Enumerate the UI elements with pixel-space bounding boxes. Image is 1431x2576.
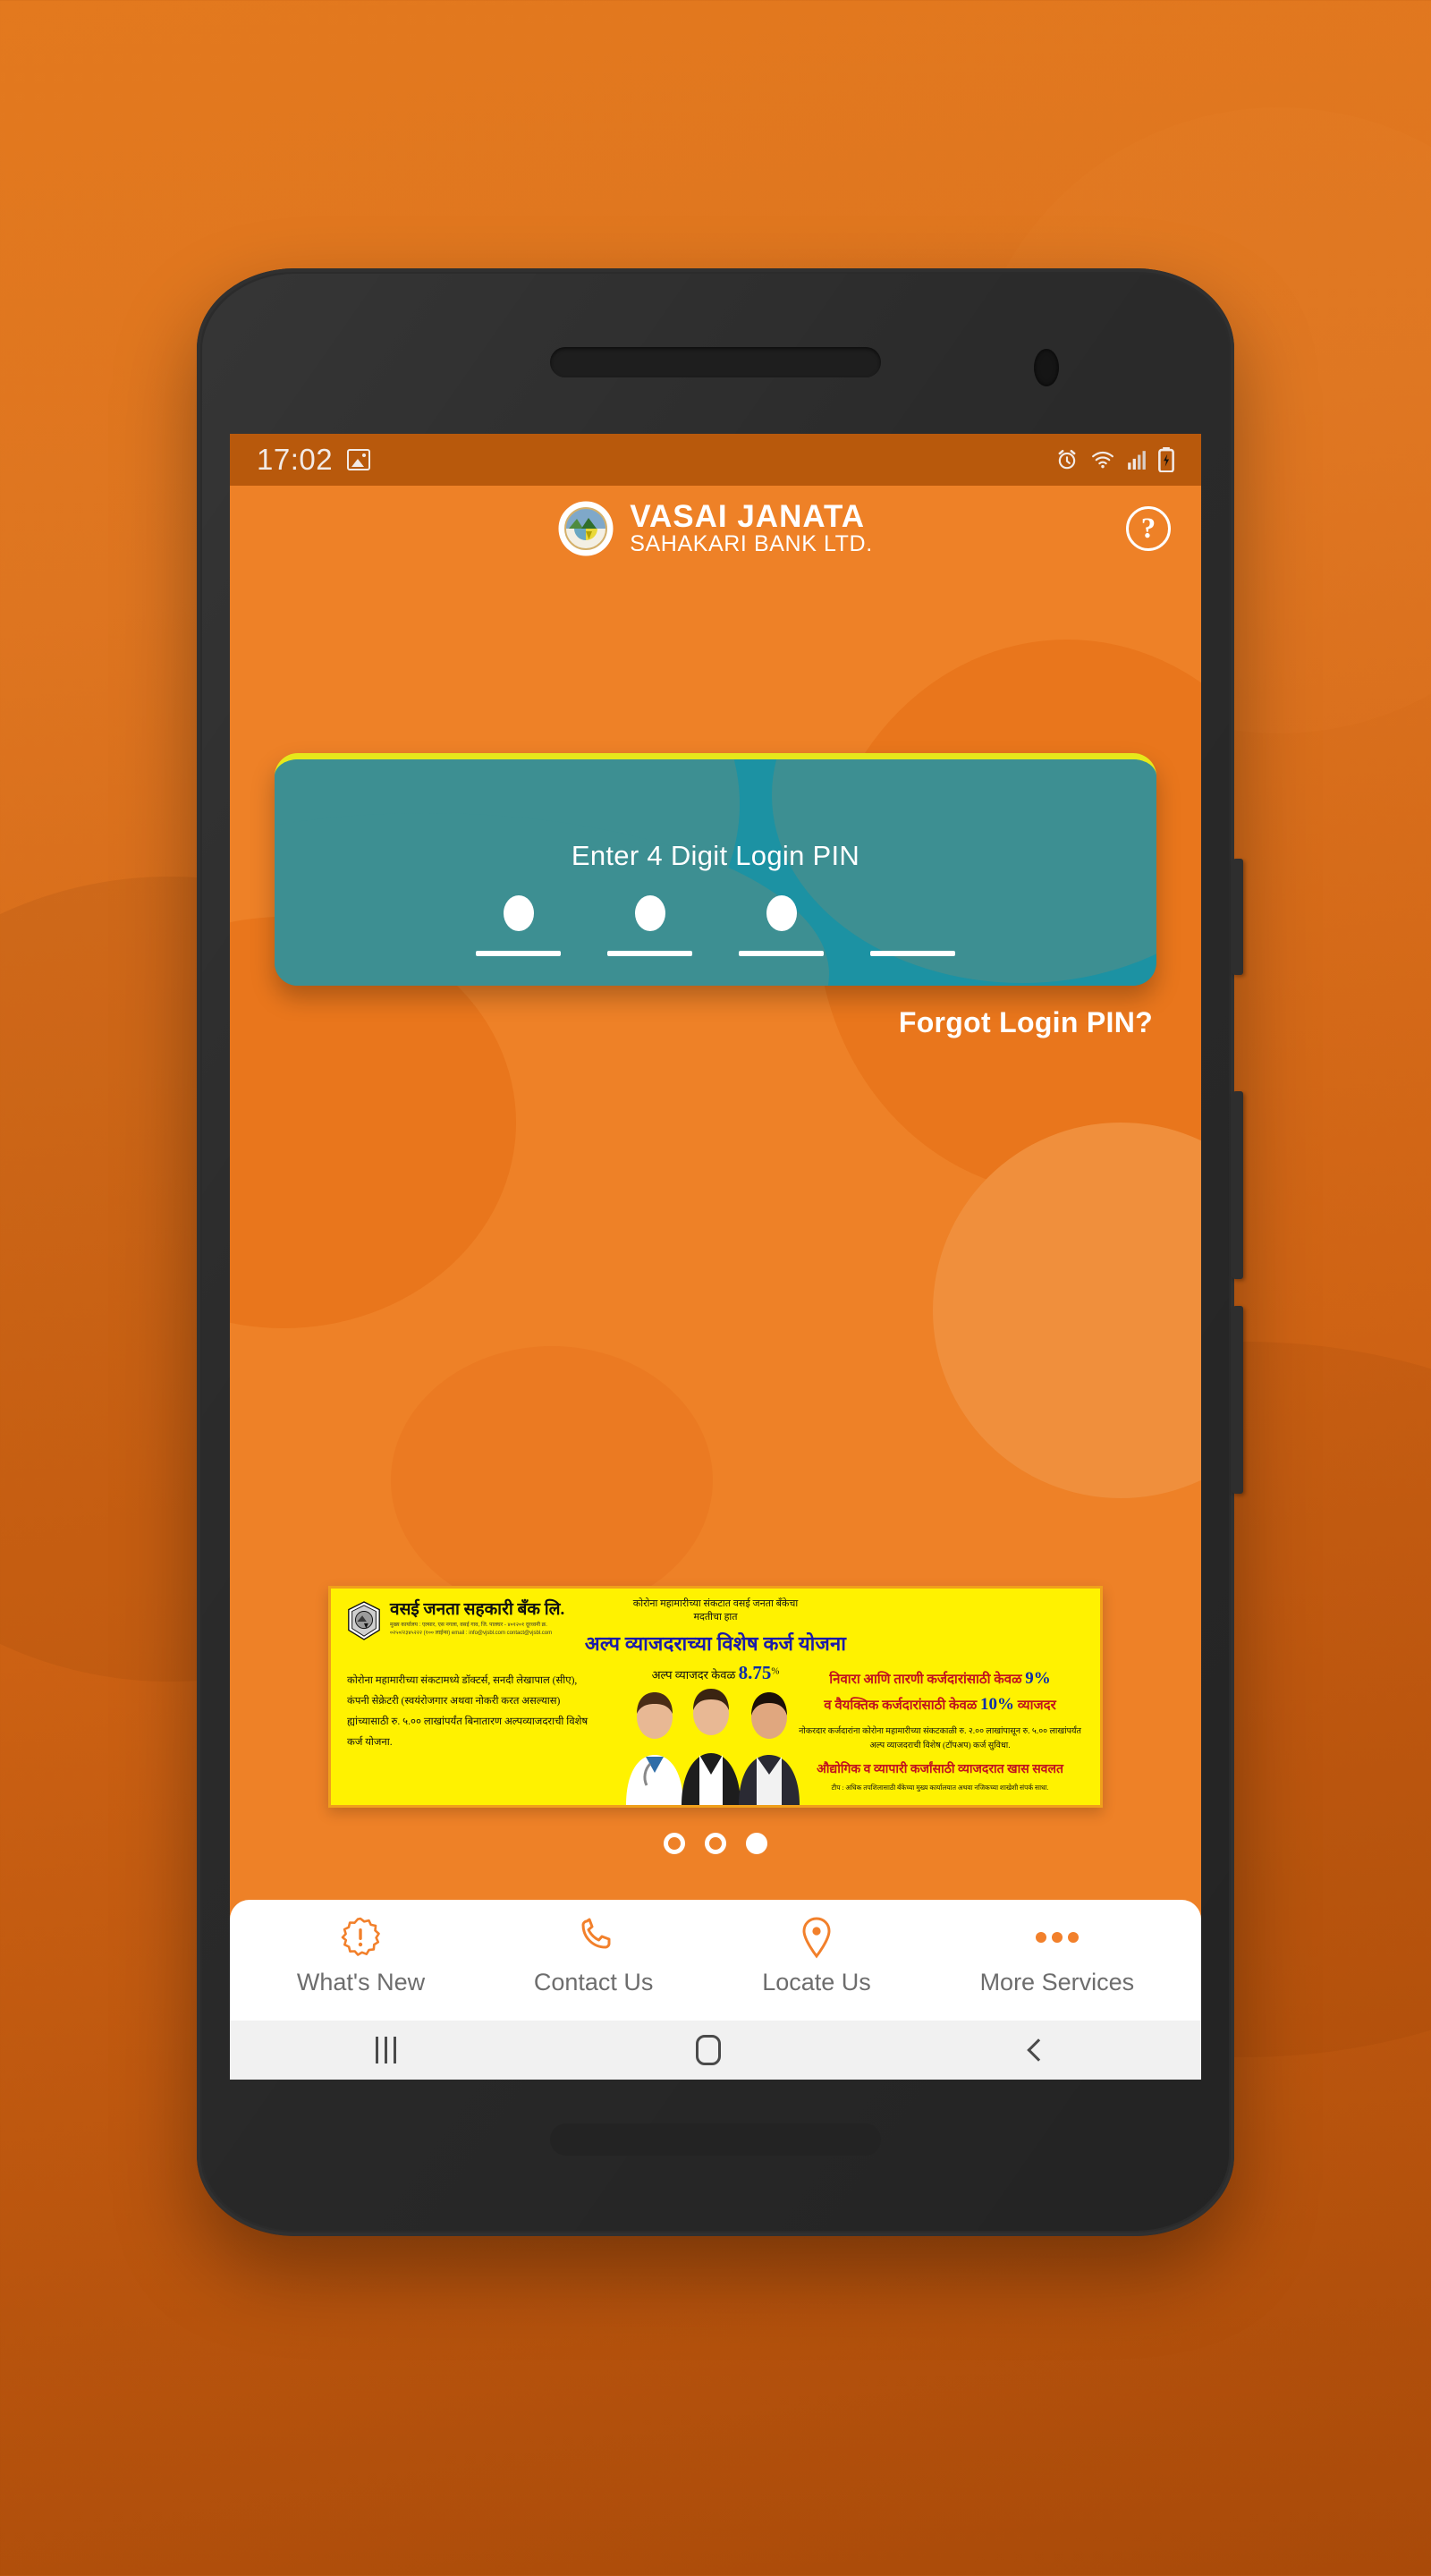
pin-digit-4[interactable] bbox=[870, 895, 955, 956]
more-dots-icon bbox=[1034, 1915, 1080, 1960]
volume-up-button[interactable] bbox=[1231, 1091, 1243, 1279]
promo-right-block: निवारा आणि तारणी कर्जदारांसाठी केवळ 9% व… bbox=[792, 1665, 1088, 1792]
back-icon[interactable] bbox=[1027, 2038, 1050, 2062]
forgot-login-pin-link[interactable]: Forgot Login PIN? bbox=[899, 1006, 1153, 1039]
image-icon bbox=[347, 449, 371, 470]
volume-down-button[interactable] bbox=[1231, 1306, 1243, 1494]
pin-dot-filled bbox=[766, 895, 797, 931]
home-icon[interactable] bbox=[696, 2035, 722, 2065]
nav-item-more-services[interactable]: More Services bbox=[979, 1915, 1135, 1996]
promo-banner[interactable]: वसई जनता सहकारी बँक लि. मुख्य कार्यालय :… bbox=[328, 1586, 1103, 1808]
help-icon[interactable]: ? bbox=[1126, 506, 1171, 551]
carousel-dot-2[interactable] bbox=[705, 1833, 726, 1854]
pin-dot-filled bbox=[503, 895, 534, 931]
carousel-dot-1[interactable] bbox=[664, 1833, 685, 1854]
status-bar: 17:02 bbox=[230, 434, 1201, 486]
pin-dot-empty bbox=[898, 895, 928, 931]
front-camera bbox=[1034, 349, 1059, 386]
alarm-icon bbox=[1058, 449, 1076, 470]
promo-top-line1: कोरोना महामारीच्या संकटात वसई जनता बँकेच… bbox=[632, 1598, 799, 1609]
brand-name-line2: SAHAKARI BANK LTD. bbox=[630, 531, 873, 557]
promo-right-line1: निवारा आणि तारणी कर्जदारांसाठी केवळ 9% bbox=[792, 1665, 1088, 1691]
pin-prompt-label: Enter 4 Digit Login PIN bbox=[571, 840, 860, 871]
carousel-dot-3-active[interactable] bbox=[746, 1833, 767, 1854]
login-pin-card: Enter 4 Digit Login PIN bbox=[275, 753, 1156, 986]
nav-label-more-services: More Services bbox=[979, 1969, 1135, 1996]
android-navigation-bar bbox=[230, 2021, 1201, 2080]
promo-people-photo bbox=[626, 1689, 800, 1805]
pin-underline bbox=[870, 951, 955, 956]
nav-label-contact-us: Contact Us bbox=[533, 1969, 654, 1996]
alert-starburst-icon bbox=[339, 1915, 382, 1960]
nav-item-contact-us[interactable]: Contact Us bbox=[533, 1915, 654, 1996]
status-bar-time: 17:02 bbox=[257, 443, 334, 476]
brand-name-line1: VASAI JANATA bbox=[630, 499, 866, 535]
nav-label-locate-us: Locate Us bbox=[762, 1969, 871, 1996]
phone-device-frame: 17:02 VASAI JANATA SAHAKARI BANK LTD. ? … bbox=[197, 268, 1243, 2236]
promo-right-line2: व वैयक्तिक कर्जदारांसाठी केवळ 10% व्याजद… bbox=[792, 1691, 1088, 1717]
nav-item-locate-us[interactable]: Locate Us bbox=[762, 1915, 871, 1996]
promo-right-text2: व वैयक्तिक कर्जदारांसाठी केवळ bbox=[824, 1699, 978, 1714]
screen-blob-2 bbox=[933, 1123, 1201, 1498]
earpiece-speaker bbox=[550, 347, 881, 377]
promo-left-body: कोरोना महामारीच्या संकटामध्ये डॉक्टर्स, … bbox=[347, 1675, 588, 1748]
carousel-indicator[interactable] bbox=[230, 1833, 1201, 1854]
promo-headline: अल्प व्याजदराच्या विशेष कर्ज योजना bbox=[584, 1631, 847, 1655]
promo-right-rate1: 9% bbox=[1025, 1669, 1051, 1688]
promo-top-line2: मदतीचा हात bbox=[693, 1611, 738, 1623]
promo-right-rate2: 10% bbox=[980, 1695, 1015, 1715]
nav-item-whats-new[interactable]: What's New bbox=[297, 1915, 425, 1996]
status-bar-icons bbox=[1055, 447, 1174, 472]
pin-underline bbox=[476, 951, 561, 956]
promo-right-highlight: औद्योगिक व व्यापारी कर्जांसाठी व्याजदरात… bbox=[817, 1763, 1063, 1777]
power-button[interactable] bbox=[1231, 859, 1243, 975]
phone-screen: 17:02 VASAI JANATA SAHAKARI BANK LTD. ? … bbox=[230, 434, 1201, 2080]
brand: VASAI JANATA SAHAKARI BANK LTD. bbox=[558, 501, 873, 556]
screen-blob-4 bbox=[391, 1346, 713, 1614]
pin-digit-2[interactable] bbox=[607, 895, 692, 956]
pin-digit-1[interactable] bbox=[476, 895, 561, 956]
battery-charging-icon bbox=[1158, 447, 1174, 472]
promo-right-body: नोकरदार कर्जदारांना कोरोना महामारीच्या स… bbox=[799, 1726, 1081, 1751]
pin-dot-filled bbox=[634, 895, 665, 931]
promo-right-text1: निवारा आणि तारणी कर्जदारांसाठी केवळ bbox=[829, 1673, 1022, 1687]
signal-icon bbox=[1128, 451, 1146, 470]
bank-seal-icon bbox=[348, 1601, 380, 1640]
promo-right-note: टीप : अधिक तपशिलासाठी बँकेच्या मुख्य कार… bbox=[831, 1784, 1049, 1792]
wifi-icon bbox=[1092, 451, 1113, 469]
phone-icon bbox=[573, 1915, 614, 1960]
brand-text: VASAI JANATA SAHAKARI BANK LTD. bbox=[630, 501, 873, 555]
bottom-navigation: What's New Contact Us Locate Us More Ser… bbox=[230, 1900, 1201, 2021]
bank-emblem-icon bbox=[558, 501, 614, 556]
pin-input-row[interactable] bbox=[275, 895, 1156, 956]
map-pin-icon bbox=[798, 1915, 835, 1960]
promo-right-text2-tail: व्याजदर bbox=[1017, 1699, 1056, 1714]
pin-underline bbox=[739, 951, 824, 956]
pin-digit-3[interactable] bbox=[739, 895, 824, 956]
app-header: VASAI JANATA SAHAKARI BANK LTD. ? bbox=[230, 486, 1201, 572]
pin-underline bbox=[607, 951, 692, 956]
bottom-speaker bbox=[550, 2123, 881, 2156]
recent-apps-icon[interactable] bbox=[384, 2037, 387, 2063]
nav-label-whats-new: What's New bbox=[296, 1969, 426, 1996]
